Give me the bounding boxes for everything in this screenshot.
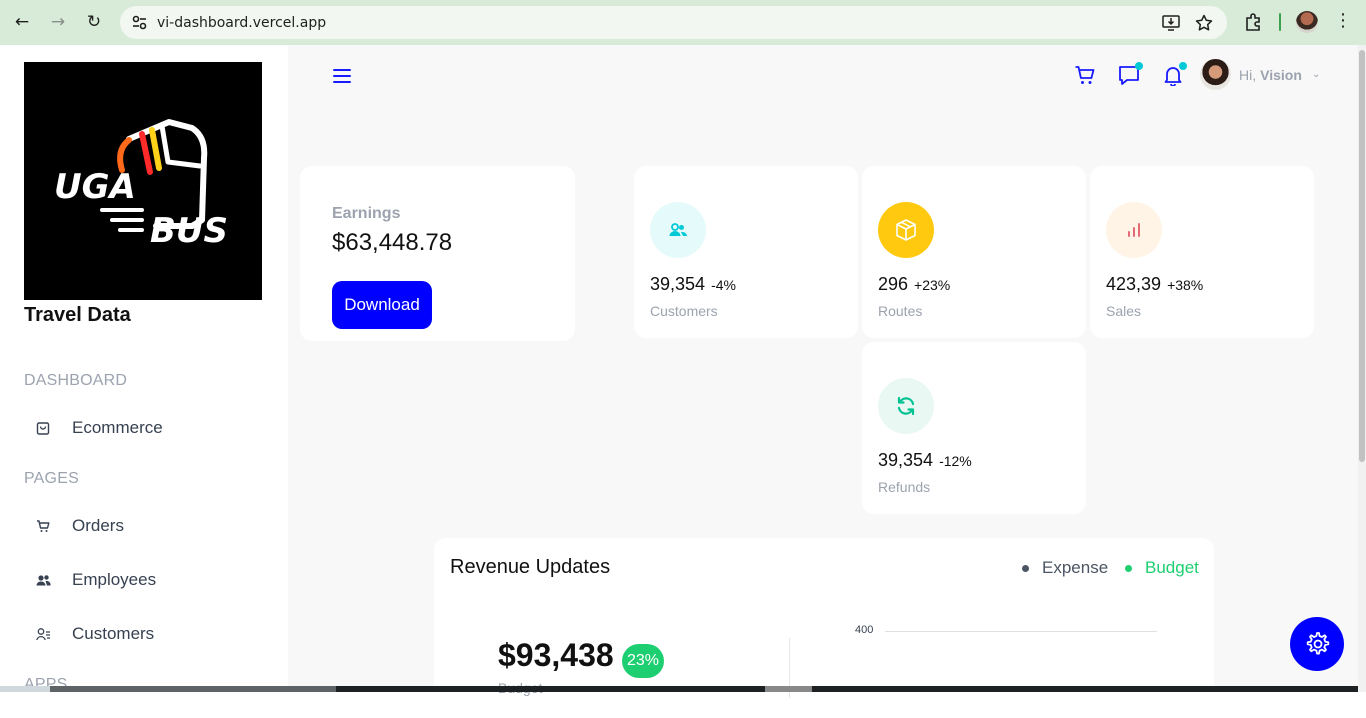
- sidebar-item-label: Customers: [72, 624, 155, 643]
- page-scrollbar[interactable]: [1358, 45, 1366, 692]
- browser-toolbar: ← → ↻ vi-dashboard.vercel.app ⋮: [0, 0, 1366, 45]
- revenue-badge: 23%: [622, 644, 664, 678]
- customers-icon: [669, 223, 687, 236]
- earnings-card: Earnings $63,448.78 Download: [300, 166, 575, 341]
- toolbar-divider: [1279, 13, 1281, 31]
- user-avatar[interactable]: [1200, 59, 1231, 90]
- svg-text:BUS: BUS: [150, 211, 228, 251]
- bar-chart-icon: [1128, 223, 1140, 237]
- legend-dot: [1125, 564, 1132, 572]
- stat-card-routes: 296 +23% Routes: [862, 166, 1086, 338]
- more-menu-icon[interactable]: ⋮: [1334, 10, 1352, 31]
- user-greeting[interactable]: Hi, Vision: [1239, 67, 1302, 83]
- stat-card-refunds: 39,354 -12% Refunds: [862, 342, 1086, 514]
- stat-label: Customers: [650, 303, 718, 319]
- extensions-icon[interactable]: [1243, 11, 1265, 33]
- section-pages: PAGES: [24, 470, 79, 487]
- box-icon: [896, 219, 916, 241]
- stat-label: Routes: [878, 303, 923, 319]
- svg-text:UGA: UGA: [54, 167, 136, 207]
- profile-avatar[interactable]: [1296, 11, 1318, 33]
- sidebar-item-customers[interactable]: Customers: [24, 614, 264, 654]
- chart-gridline: [885, 631, 1157, 632]
- chat-notification-dot: [1135, 62, 1143, 70]
- users-icon: [24, 573, 64, 587]
- stat-value: 39,354 -12%: [878, 450, 972, 470]
- back-icon[interactable]: ←: [10, 11, 34, 33]
- sidebar-item-ecommerce[interactable]: Ecommerce: [24, 408, 264, 448]
- stat-icon-bg[interactable]: [1106, 202, 1162, 258]
- legend-expense: Expense: [1022, 558, 1108, 578]
- cart-icon[interactable]: [1074, 64, 1096, 86]
- revenue-total: $93,438: [498, 637, 614, 673]
- sidebar-item-employees[interactable]: Employees: [24, 560, 264, 600]
- stat-value: 39,354 -4%: [650, 274, 736, 294]
- stat-card-sales: 423,39 +38% Sales: [1090, 166, 1314, 338]
- settings-button[interactable]: [1290, 617, 1344, 671]
- stat-value: 296 +23%: [878, 274, 951, 294]
- stat-icon-bg[interactable]: [878, 202, 934, 258]
- download-button[interactable]: Download: [332, 281, 432, 329]
- revenue-title: Revenue Updates: [450, 556, 611, 578]
- stat-value: 423,39 +38%: [1106, 274, 1204, 294]
- earnings-label: Earnings: [332, 205, 401, 222]
- legend-label: Budget: [1145, 558, 1199, 577]
- stat-change: -4%: [711, 277, 736, 293]
- address-bar[interactable]: vi-dashboard.vercel.app: [120, 6, 1227, 39]
- customers-icon: [24, 627, 64, 641]
- taskbar-segment: [765, 686, 812, 692]
- uga-bus-logo[interactable]: UGA BUS: [24, 62, 262, 300]
- stat-label: Refunds: [878, 479, 931, 495]
- stat-label: Sales: [1106, 303, 1142, 319]
- os-taskbar: [0, 686, 1358, 692]
- y-axis-tick: 400: [855, 624, 874, 636]
- install-app-icon[interactable]: [1161, 13, 1181, 33]
- menu-icon[interactable]: [332, 67, 352, 85]
- chevron-down-icon[interactable]: ⌄: [1312, 69, 1320, 80]
- scrollbar-thumb[interactable]: [1359, 50, 1365, 462]
- sidebar-item-orders[interactable]: Orders: [24, 506, 264, 546]
- url-text[interactable]: vi-dashboard.vercel.app: [157, 15, 326, 31]
- stat-icon-bg[interactable]: [650, 202, 706, 258]
- sidebar-item-label: Employees: [72, 570, 157, 589]
- stat-change: +23%: [914, 277, 951, 293]
- taskbar-segment: [0, 686, 50, 692]
- sidebar: UGA BUS Travel Data DASHBOARD Ecommerce …: [0, 45, 288, 693]
- site-settings-icon[interactable]: [131, 14, 148, 31]
- bell-notification-dot: [1179, 62, 1187, 70]
- stat-card-customers: 39,354 -4% Customers: [634, 166, 858, 338]
- stat-change: -12%: [939, 453, 972, 469]
- shopping-bag-icon: [24, 421, 64, 435]
- bookmark-star-icon[interactable]: [1194, 13, 1214, 33]
- user-name[interactable]: Vision: [1260, 67, 1302, 83]
- reload-icon[interactable]: ↻: [82, 11, 106, 33]
- brand-title: Travel Data: [24, 304, 131, 326]
- sidebar-item-label: Orders: [72, 516, 124, 535]
- earnings-value: $63,448.78: [332, 229, 453, 256]
- stat-icon-bg[interactable]: [878, 378, 934, 434]
- stat-change: +38%: [1167, 277, 1204, 293]
- legend-label: Expense: [1042, 558, 1109, 577]
- refresh-icon: [897, 396, 915, 416]
- gear-icon: [1306, 632, 1330, 655]
- legend-budget: Budget: [1125, 558, 1199, 578]
- legend-dot: [1022, 564, 1029, 572]
- taskbar-segment: [50, 686, 336, 692]
- forward-icon[interactable]: →: [46, 11, 70, 33]
- main-content: Hi, Vision ⌄ Earnings $63,448.78 Download…: [288, 45, 1358, 718]
- section-dashboard: DASHBOARD: [24, 372, 128, 389]
- cart-icon: [24, 519, 64, 533]
- sidebar-item-label: Ecommerce: [72, 418, 163, 437]
